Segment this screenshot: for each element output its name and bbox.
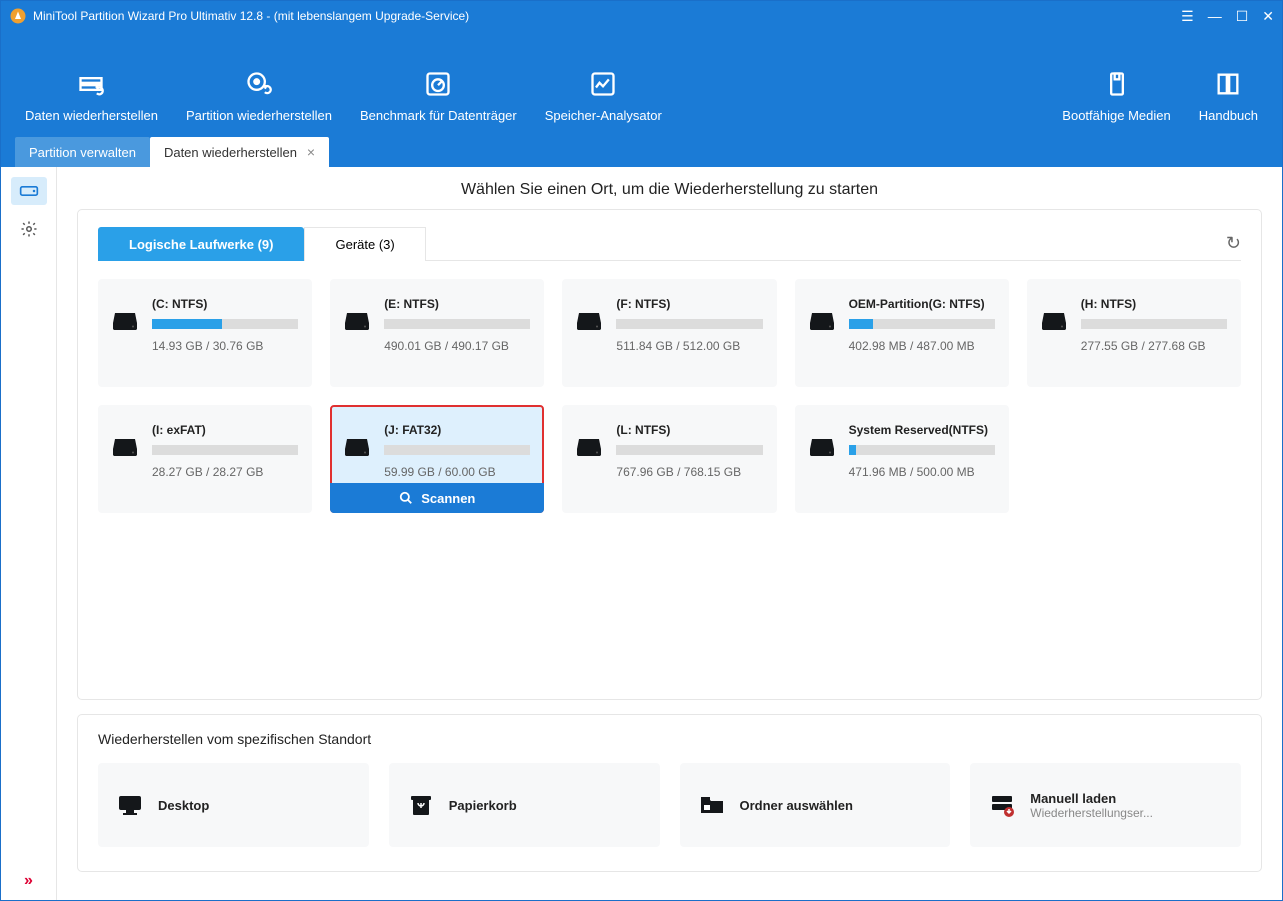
drive-name: (L: NTFS): [616, 423, 762, 437]
drive-size: 277.55 GB / 277.68 GB: [1081, 339, 1227, 353]
subtab-devices[interactable]: Geräte (3): [304, 227, 425, 261]
location-icon: [407, 791, 435, 819]
drives-panel: Logische Laufwerke (9) Geräte (3) ↻ (C: …: [77, 209, 1262, 700]
left-rail: »: [1, 167, 57, 900]
drive-name: (C: NTFS): [152, 297, 298, 311]
usage-bar: [152, 319, 298, 329]
main-toolbar: Daten wiederherstellen Partition wiederh…: [1, 31, 1282, 131]
usage-bar: [616, 319, 762, 329]
drive-size: 490.01 GB / 490.17 GB: [384, 339, 530, 353]
tab-data-recover[interactable]: Daten wiederherstellen ×: [150, 137, 329, 167]
subtab-logical-drives[interactable]: Logische Laufwerke (9): [98, 227, 304, 261]
menu-icon[interactable]: ☰: [1181, 9, 1194, 23]
location-name: Desktop: [158, 798, 209, 813]
disk-icon: [576, 423, 604, 495]
location-card[interactable]: Manuell ladenWiederherstellungser...: [970, 763, 1241, 847]
disk-icon: [344, 297, 372, 369]
usage-bar: [616, 445, 762, 455]
usage-bar: [384, 319, 530, 329]
drive-card[interactable]: (H: NTFS) 277.55 GB / 277.68 GB: [1027, 279, 1241, 387]
tab-close-icon[interactable]: ×: [307, 144, 315, 160]
disk-icon: [1041, 297, 1069, 369]
tab-partition-manage[interactable]: Partition verwalten: [15, 137, 150, 167]
handbook-button[interactable]: Handbuch: [1185, 62, 1272, 131]
drive-name: (F: NTFS): [616, 297, 762, 311]
drive-size: 511.84 GB / 512.00 GB: [616, 339, 762, 353]
rail-drives-icon[interactable]: [11, 177, 47, 205]
page-tabs: Partition verwalten Daten wiederherstell…: [1, 131, 1282, 167]
disk-icon: [809, 423, 837, 495]
location-name: Papierkorb: [449, 798, 517, 813]
location-icon: [988, 791, 1016, 819]
drive-name: (I: exFAT): [152, 423, 298, 437]
title-bar: MiniTool Partition Wizard Pro Ultimativ …: [1, 1, 1282, 31]
disk-benchmark-button[interactable]: Benchmark für Datenträger: [346, 62, 531, 131]
location-name: Ordner auswählen: [740, 798, 853, 813]
drive-card[interactable]: (C: NTFS) 14.93 GB / 30.76 GB: [98, 279, 312, 387]
location-icon: [698, 791, 726, 819]
location-icon: [116, 791, 144, 819]
drive-name: (H: NTFS): [1081, 297, 1227, 311]
disk-icon: [809, 297, 837, 369]
drive-card[interactable]: (I: exFAT) 28.27 GB / 28.27 GB: [98, 405, 312, 513]
bootable-media-button[interactable]: Bootfähige Medien: [1048, 62, 1184, 131]
drive-name: (E: NTFS): [384, 297, 530, 311]
locations-panel: Wiederherstellen vom spezifischen Stando…: [77, 714, 1262, 872]
close-icon[interactable]: ✕: [1262, 9, 1274, 23]
usage-bar: [1081, 319, 1227, 329]
drive-card[interactable]: (E: NTFS) 490.01 GB / 490.17 GB: [330, 279, 544, 387]
refresh-icon[interactable]: ↻: [1226, 233, 1241, 254]
locations-title: Wiederherstellen vom spezifischen Stando…: [98, 731, 1241, 747]
page-heading: Wählen Sie einen Ort, um die Wiederherst…: [57, 167, 1282, 209]
partition-recover-button[interactable]: Partition wiederherstellen: [172, 62, 346, 131]
drive-card[interactable]: (J: FAT32) 59.99 GB / 60.00 GB Scannen: [330, 405, 544, 513]
location-card[interactable]: Desktop: [98, 763, 369, 847]
location-name: Manuell laden: [1030, 791, 1153, 806]
drive-card[interactable]: System Reserved(NTFS) 471.96 MB / 500.00 …: [795, 405, 1009, 513]
drive-size: 28.27 GB / 28.27 GB: [152, 465, 298, 479]
drive-size: 402.98 MB / 487.00 MB: [849, 339, 995, 353]
rail-settings-icon[interactable]: [11, 215, 47, 243]
drive-card[interactable]: OEM-Partition(G: NTFS) 402.98 MB / 487.00…: [795, 279, 1009, 387]
location-card[interactable]: Papierkorb: [389, 763, 660, 847]
drive-size: 14.93 GB / 30.76 GB: [152, 339, 298, 353]
drive-size: 471.96 MB / 500.00 MB: [849, 465, 995, 479]
disk-icon: [576, 297, 604, 369]
maximize-icon[interactable]: ☐: [1236, 9, 1249, 23]
drive-size: 59.99 GB / 60.00 GB: [384, 465, 530, 479]
usage-bar: [849, 445, 995, 455]
space-analyzer-button[interactable]: Speicher-Analysator: [531, 62, 676, 131]
rail-expand-icon[interactable]: »: [24, 872, 33, 890]
drive-name: System Reserved(NTFS): [849, 423, 995, 437]
drive-name: (J: FAT32): [384, 423, 530, 437]
drive-size: 767.96 GB / 768.15 GB: [616, 465, 762, 479]
minimize-icon[interactable]: —: [1208, 9, 1222, 23]
disk-icon: [112, 423, 140, 495]
scan-button[interactable]: Scannen: [330, 483, 544, 513]
app-logo-icon: [9, 7, 27, 25]
usage-bar: [849, 319, 995, 329]
drive-card[interactable]: (F: NTFS) 511.84 GB / 512.00 GB: [562, 279, 776, 387]
data-recover-button[interactable]: Daten wiederherstellen: [11, 62, 172, 131]
drive-card[interactable]: (L: NTFS) 767.96 GB / 768.15 GB: [562, 405, 776, 513]
disk-icon: [112, 297, 140, 369]
usage-bar: [384, 445, 530, 455]
drive-name: OEM-Partition(G: NTFS): [849, 297, 995, 311]
location-sub: Wiederherstellungser...: [1030, 806, 1153, 820]
location-card[interactable]: Ordner auswählen: [680, 763, 951, 847]
usage-bar: [152, 445, 298, 455]
window-title: MiniTool Partition Wizard Pro Ultimativ …: [33, 9, 1181, 23]
